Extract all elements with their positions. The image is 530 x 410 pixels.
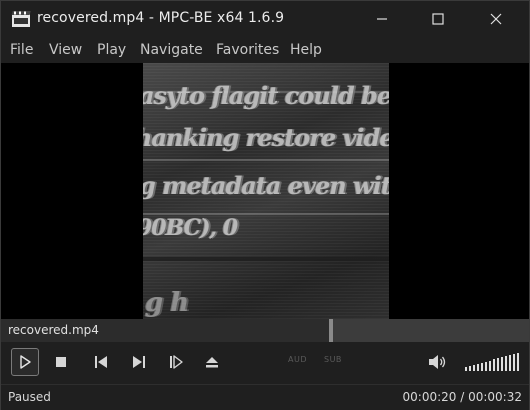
speaker-icon[interactable]	[424, 348, 452, 376]
close-button[interactable]	[473, 1, 519, 37]
volume-bar	[477, 364, 479, 371]
menu-file[interactable]: File	[10, 42, 33, 58]
playback-controls: AUD SUB	[1, 342, 529, 382]
maximize-button[interactable]	[415, 1, 461, 37]
time-display: 00:00:20 / 00:00:32	[402, 390, 522, 404]
seek-bar[interactable]: recovered.mp4	[1, 319, 529, 342]
play-button[interactable]	[11, 348, 39, 376]
volume-slider[interactable]	[465, 351, 521, 371]
volume-bar	[509, 355, 511, 371]
volume-bar	[469, 366, 471, 371]
menu-favorites[interactable]: Favorites	[216, 42, 279, 58]
frame-text-line: hanking restore video with	[143, 123, 389, 152]
frame-text-line: asyto flagit could be e	[143, 81, 389, 110]
menu-view[interactable]: View	[49, 42, 82, 58]
volume-bar	[481, 363, 483, 371]
eject-button[interactable]	[198, 348, 226, 376]
frame-text-line: 90BC), 0	[143, 215, 238, 241]
mpc-be-film-icon	[11, 10, 31, 28]
menu-bar: File View Play Navigate Favorites Help	[1, 37, 529, 63]
seek-filename: recovered.mp4	[8, 323, 99, 337]
next-button[interactable]	[125, 348, 153, 376]
volume-bar	[497, 358, 499, 371]
status-bar: Paused 00:00:20 / 00:00:32	[1, 384, 529, 410]
player-window: recovered.mp4 - MPC-BE x64 1.6.9 File Vi…	[0, 0, 530, 410]
volume-bar	[485, 362, 487, 371]
seek-thumb[interactable]	[329, 319, 333, 342]
volume-bar	[493, 359, 495, 371]
minimize-button[interactable]	[359, 1, 405, 37]
stop-button[interactable]	[47, 348, 75, 376]
volume-bar	[465, 367, 467, 371]
volume-bar	[501, 357, 503, 371]
video-frame: asyto flagit could be e hanking restore …	[143, 63, 389, 319]
video-area[interactable]: asyto flagit could be e hanking restore …	[1, 63, 529, 319]
subtitle-track-button[interactable]: SUB	[324, 355, 342, 364]
audio-track-button[interactable]: AUD	[288, 355, 307, 364]
volume-bar	[489, 361, 491, 371]
volume-bar	[517, 353, 519, 371]
frame-step-button[interactable]	[162, 348, 190, 376]
previous-button[interactable]	[87, 348, 115, 376]
volume-bar	[505, 356, 507, 371]
playback-state: Paused	[8, 390, 51, 404]
volume-bar	[473, 365, 475, 371]
menu-help[interactable]: Help	[290, 42, 322, 58]
title-bar[interactable]: recovered.mp4 - MPC-BE x64 1.6.9	[1, 1, 529, 37]
frame-text-line: g h	[145, 288, 189, 318]
frame-text-line: g metadata even withou	[143, 171, 389, 200]
menu-navigate[interactable]: Navigate	[140, 42, 203, 58]
window-title: recovered.mp4 - MPC-BE x64 1.6.9	[37, 10, 285, 26]
menu-play[interactable]: Play	[97, 42, 126, 58]
volume-bar	[513, 354, 515, 371]
